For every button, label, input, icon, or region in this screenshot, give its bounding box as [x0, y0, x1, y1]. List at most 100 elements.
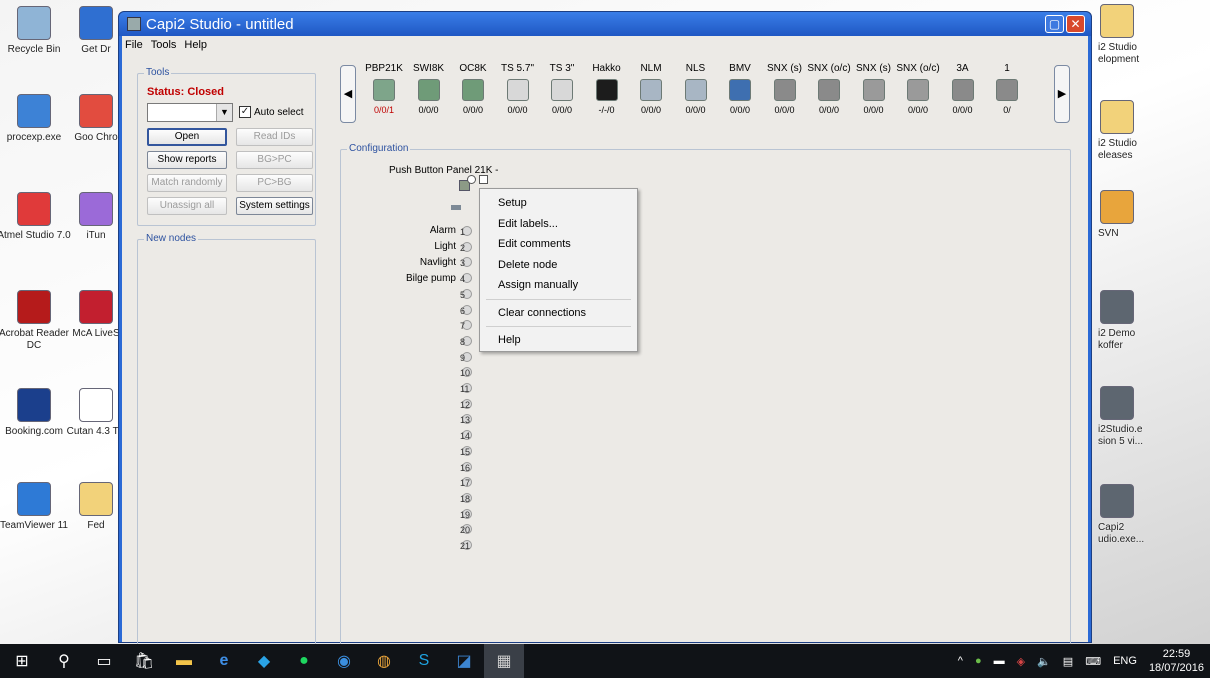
desktop-icon-label: i2 Studio eleases	[1098, 138, 1137, 161]
read-ids-button[interactable]: Read IDs	[236, 128, 313, 146]
menu-item-edit-labels[interactable]: Edit labels...	[480, 214, 637, 235]
tools-group-title: Tools	[144, 67, 172, 78]
palette-item[interactable]: SWI8K 0/0/0	[407, 63, 451, 115]
shield-icon[interactable]: ◈	[1017, 655, 1025, 668]
open-button[interactable]: Open	[147, 128, 227, 146]
port-number: 18	[460, 493, 471, 504]
palette-item[interactable]: NLM 0/0/0	[629, 63, 673, 115]
port-number: 19	[460, 509, 471, 520]
palette-item[interactable]: TS 3" 0/0/0	[540, 63, 584, 115]
palette-item-name: OC8K	[459, 63, 487, 74]
device-icon	[862, 79, 885, 101]
palette-item[interactable]: SNX (s) 0/0/0	[763, 63, 807, 115]
tools-group: Tools Status: Closed ▼ ✓ Auto select Ope…	[137, 67, 316, 226]
match-randomly-button[interactable]: Match randomly	[147, 174, 227, 192]
desktop-icon[interactable]: i2 Demo koffer	[1090, 290, 1150, 352]
palette-item-count: 0/0/0	[818, 105, 840, 115]
menu-item-clear-connections[interactable]: Clear connections	[480, 303, 637, 324]
menu-item-help[interactable]: Help	[480, 330, 637, 351]
palette-item-count: 0/	[1003, 105, 1011, 115]
desktop-icon[interactable]: i2 Studio eleases	[1090, 100, 1150, 162]
palette-item[interactable]: OC8K 0/0/0	[451, 63, 495, 115]
folder-icon	[1100, 4, 1134, 38]
auto-select-checkbox[interactable]: ✓ Auto select	[239, 106, 303, 118]
palette-item-name: SNX (s)	[767, 63, 802, 74]
palette-item-name: SNX (o/c)	[807, 63, 851, 74]
language-indicator[interactable]: ENG	[1113, 655, 1137, 667]
battery-icon[interactable]: ▬	[994, 655, 1005, 667]
skype-icon[interactable]: S	[404, 644, 444, 678]
maximize-button[interactable]: ▢	[1045, 15, 1064, 33]
capi2-taskbar-icon[interactable]: ▦	[484, 644, 524, 678]
auto-select-label: Auto select	[254, 106, 304, 118]
palette-item[interactable]: Hakko -/-/0	[585, 63, 629, 115]
edge-icon[interactable]: e	[204, 644, 244, 678]
palette-item-count: 0/0/0	[418, 105, 439, 115]
checkbox-icon[interactable]: ✓	[239, 106, 251, 118]
outlook-icon[interactable]: ◪	[444, 644, 484, 678]
store-icon[interactable]: 🛍	[124, 644, 164, 678]
unassign-all-button[interactable]: Unassign all	[147, 197, 227, 215]
device-icon	[506, 79, 529, 101]
desktop-icon-label: Capi2 udio.exe...	[1098, 522, 1145, 545]
teamviewer-icon[interactable]: ◉	[324, 644, 364, 678]
menu-item-setup[interactable]: Setup	[480, 193, 637, 214]
search-icon[interactable]: ⚲	[44, 644, 84, 678]
desktop-icon[interactable]: i2 Studio elopment	[1090, 4, 1150, 66]
chevron-down-icon[interactable]: ▼	[216, 104, 232, 121]
desktop-icon[interactable]: SVN	[1090, 190, 1150, 240]
chevron-up-icon[interactable]: ^	[958, 655, 963, 667]
port-number: 8	[460, 336, 466, 347]
desktop-icon[interactable]: Capi2 udio.exe...	[1090, 484, 1150, 546]
svn-icon	[1100, 190, 1134, 224]
menu-file[interactable]: File	[125, 39, 143, 51]
start-button[interactable]: ⊞	[0, 644, 44, 678]
title-bar[interactable]: Capi2 Studio - untitled	[119, 12, 1091, 36]
clock[interactable]: 22:59 18/07/2016	[1149, 647, 1204, 675]
context-menu: Setup Edit labels... Edit comments Delet…	[479, 188, 638, 352]
port-select[interactable]: ▼	[147, 103, 233, 122]
menu-tools[interactable]: Tools	[151, 39, 177, 51]
keyboard-icon[interactable]: ⌨	[1085, 655, 1101, 668]
file-explorer-icon[interactable]: ▬	[164, 644, 204, 678]
show-reports-button[interactable]: Show reports	[147, 151, 227, 169]
palette-scroll-right-button[interactable]: ▶	[1054, 65, 1070, 123]
folder-icon	[79, 482, 113, 516]
menu-item-edit-comments[interactable]: Edit comments	[480, 234, 637, 255]
palette-item-name: 3A	[956, 63, 969, 74]
palette-item[interactable]: BMV 0/0/0	[718, 63, 762, 115]
palette-item[interactable]: SNX (o/c) 0/0/0	[807, 63, 851, 115]
task-view-icon[interactable]: ▭	[84, 644, 124, 678]
port-number: 7	[460, 321, 466, 332]
tray-app-icon[interactable]: ●	[975, 655, 982, 667]
palette-item[interactable]: 3A 0/0/0	[941, 63, 985, 115]
menu-separator	[486, 326, 631, 327]
node-connector-out[interactable]	[479, 175, 488, 184]
palette-item[interactable]: PBP21K 0/0/1	[362, 63, 406, 115]
notification-icon[interactable]: ▤	[1063, 655, 1073, 668]
app-icon[interactable]: ◆	[244, 644, 284, 678]
menu-help[interactable]: Help	[184, 39, 207, 51]
device-icon	[684, 79, 707, 101]
palette-item[interactable]: TS 5.7" 0/0/0	[496, 63, 540, 115]
folder-icon	[1100, 100, 1134, 134]
close-button[interactable]: ✕	[1066, 15, 1085, 33]
desktop-icon[interactable]: i2Studio.e sion 5 vi...	[1090, 386, 1150, 448]
spotify-icon[interactable]: ●	[284, 644, 324, 678]
port-number: 4	[460, 274, 466, 285]
chrome-icon[interactable]: ◍	[364, 644, 404, 678]
bg-pc-button[interactable]: BG>PC	[236, 151, 313, 169]
taskbar: ⊞ ⚲ ▭ 🛍 ▬ e ◆ ● ◉ ◍ S ◪ ▦ ^ ● ▬ ◈ 🔈 ▤ ⌨ …	[0, 644, 1210, 678]
palette-item[interactable]: 1 0/	[985, 63, 1029, 115]
palette-item[interactable]: SNX (o/c) 0/0/0	[896, 63, 940, 115]
node-connector-in[interactable]	[467, 175, 476, 184]
volume-icon[interactable]: 🔈	[1037, 655, 1051, 668]
palette-item[interactable]: SNX (s) 0/0/0	[852, 63, 896, 115]
pc-bg-button[interactable]: PC>BG	[236, 174, 313, 192]
system-settings-button[interactable]: System settings	[236, 197, 313, 215]
palette-scroll-left-button[interactable]: ◀	[340, 65, 356, 123]
node-collapse-icon[interactable]	[451, 205, 461, 210]
menu-item-delete-node[interactable]: Delete node	[480, 255, 637, 276]
menu-item-assign-manually[interactable]: Assign manually	[480, 275, 637, 296]
palette-item[interactable]: NLS 0/0/0	[674, 63, 718, 115]
